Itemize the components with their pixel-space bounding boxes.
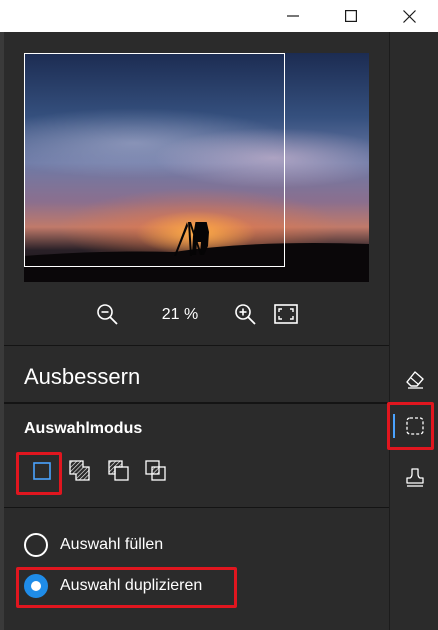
eraser-tool-button[interactable] [398,362,432,396]
divider [4,402,389,404]
selection-rectangle[interactable] [24,53,285,267]
image-preview[interactable] [24,53,369,282]
eraser-icon [406,371,424,389]
subtract-selection-icon [108,460,129,481]
close-icon [402,9,416,23]
radio-unchecked-icon [24,533,48,557]
stamp-tool-button[interactable] [398,461,432,495]
intersect-selection-button[interactable] [143,458,169,484]
add-selection-icon [69,460,90,481]
minimize-button[interactable] [264,0,322,32]
fit-to-screen-button[interactable] [274,304,298,326]
zoom-controls: 21 % [4,300,389,332]
zoom-level: 21 % [161,306,199,323]
zoom-in-button[interactable] [234,303,258,327]
tool-sidebar [390,32,438,630]
fit-to-screen-icon [274,304,298,324]
panel-title: Ausbessern [24,364,141,389]
new-selection-highlight [16,452,62,495]
fill-selection-label: Auswahl füllen [60,536,164,553]
stamp-icon [406,468,424,487]
zoom-out-icon [97,304,118,325]
duplicate-selection-highlight [16,567,237,608]
maximize-button[interactable] [322,0,380,32]
close-button[interactable] [380,0,438,32]
selection-mode-label: Auswahlmodus [24,420,143,437]
divider [4,507,389,508]
subtract-selection-button[interactable] [106,458,132,484]
intersect-selection-icon [145,460,166,481]
zoom-out-button[interactable] [96,303,120,327]
divider [4,345,389,346]
maximize-icon [345,10,357,22]
fill-selection-radio[interactable]: Auswahl füllen [24,531,163,559]
zoom-in-icon [235,304,256,325]
selection-tool-highlight [387,402,434,450]
add-selection-button[interactable] [67,458,93,484]
title-bar [0,0,438,32]
minimize-icon [287,15,299,17]
